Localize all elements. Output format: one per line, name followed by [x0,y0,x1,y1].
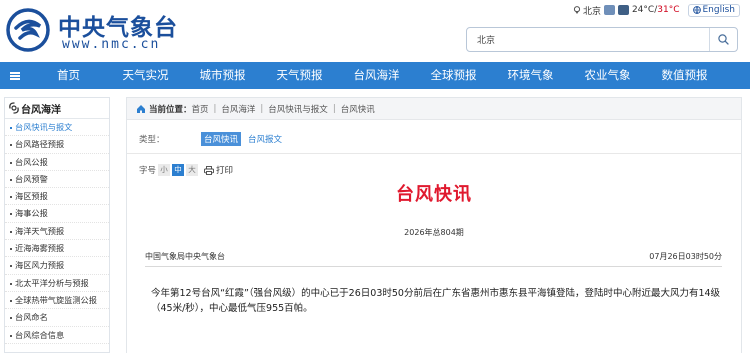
weather-city[interactable]: 北京 [583,4,601,17]
breadcrumb-separator: | [260,103,264,114]
breadcrumb-bulletins[interactable]: 台风快讯与报文 [268,103,328,115]
typhoon-icon [9,102,19,114]
home-icon [137,104,145,113]
site-header: 中央气象台 www.nmc.cn 北京 24°C / 31°C English [0,0,750,62]
type-filter: 类型： 台风快讯 台风报文 [139,132,289,146]
search-button[interactable] [709,28,737,51]
nav-item-agriculture[interactable]: 农业气象 [569,62,646,89]
sidebar-item-typhoon-info[interactable]: 台风综合信息 [5,327,109,344]
sidebar: 台风海洋 台风快讯与报文 台风路径预报 台风公报 台风预警 海区预报 海事公报 … [4,97,110,353]
font-size-label: 字号 [139,166,157,176]
sidebar-item-typhoon-naming[interactable]: 台风命名 [5,309,109,327]
search-icon [718,34,729,45]
temp-high: 31°C [657,5,680,15]
nav-item-environment[interactable]: 环境气象 [492,62,569,89]
sidebar-item-marine-weather[interactable]: 海洋天气预报 [5,223,109,241]
main-content: 当前位置： 首页 | 台风海洋 | 台风快讯与报文 | 台风快讯 类型： 台风快… [126,97,742,353]
breadcrumb-typhoon-ocean[interactable]: 台风海洋 [221,103,255,115]
font-size-controls: 字号 小 中 大 打印 [139,164,233,176]
location-pin-icon [573,6,581,14]
article-title: 台风快讯 [396,184,472,205]
font-size-medium-button[interactable]: 中 [172,164,185,176]
top-weather-bar: 北京 24°C / 31°C English [573,3,740,17]
sidebar-header: 台风海洋 [5,98,109,119]
breadcrumb: 当前位置： 首页 | 台风海洋 | 台风快讯与报文 | 台风快讯 [127,98,741,120]
sidebar-item-typhoon-bulletins[interactable]: 台风快讯与报文 [5,119,109,137]
nav-item-weather-forecast[interactable]: 天气预报 [261,62,338,89]
nav-item-global-forecast[interactable]: 全球预报 [415,62,492,89]
sidebar-item-north-pacific[interactable]: 北太平洋分析与预报 [5,275,109,292]
breadcrumb-separator: | [332,103,336,114]
nav-item-observations[interactable]: 天气实况 [107,62,184,89]
sidebar-item-typhoon-bulletin[interactable]: 台风公报 [5,154,109,171]
sidebar-title: 台风海洋 [21,104,61,116]
globe-icon [692,6,701,14]
menu-icon[interactable] [0,62,30,89]
search-input[interactable] [477,32,702,47]
temp-low: 24°C [631,5,655,15]
sidebar-item-sea-area-forecast[interactable]: 海区预报 [5,188,109,206]
article-issue: 2026年总804期 [404,228,464,237]
search-box [466,27,738,52]
logo-url[interactable]: www.nmc.cn [62,37,160,52]
nav-item-home[interactable]: 首页 [30,62,107,89]
type-tag-typhoon-flash[interactable]: 台风快讯 [201,132,242,146]
article-meta: 中国气象局中央气象台 07月26日03时50分 [145,251,722,264]
sidebar-item-global-cyclone[interactable]: 全球热带气旋监测公报 [5,292,109,310]
breadcrumb-home[interactable]: 首页 [192,103,209,115]
sidebar-item-sea-fog[interactable]: 近海海雾预报 [5,240,109,258]
language-label: English [702,5,736,15]
print-button[interactable]: 打印 [204,164,233,176]
nav-item-numerical[interactable]: 数值预报 [646,62,723,89]
font-size-small-button[interactable]: 小 [158,164,171,176]
language-button[interactable]: English [687,3,740,17]
main-nav: 首页 天气实况 城市预报 天气预报 台风海洋 全球预报 环境气象 农业气象 数值… [0,62,750,89]
divider [145,266,722,267]
cloudy-weather-icon [603,5,615,15]
breadcrumb-separator: | [213,103,217,114]
divider [127,153,741,154]
nav-item-city-forecast[interactable]: 城市预报 [184,62,261,89]
breadcrumb-current: 台风快讯 [340,104,375,115]
sidebar-item-typhoon-warning[interactable]: 台风预警 [5,171,109,189]
nmc-logo-icon[interactable] [6,6,50,54]
breadcrumb-prefix: 当前位置： [149,104,192,115]
printer-icon [204,165,214,175]
sidebar-item-maritime-bulletin[interactable]: 海事公报 [5,205,109,223]
font-size-large-button[interactable]: 大 [186,164,199,176]
nav-item-typhoon-ocean[interactable]: 台风海洋 [338,62,415,89]
overcast-weather-icon [617,5,629,15]
type-label: 类型： [139,135,165,145]
sidebar-item-track-forecast[interactable]: 台风路径预报 [5,136,109,154]
type-tag-typhoon-message[interactable]: 台风报文 [245,132,285,146]
article-date: 07月26日03时50分 [649,252,722,261]
article-body: 今年第12号台风“红霞”（强台风级）的中心已于26日03时50分前后在广东省惠州… [151,288,721,314]
print-label: 打印 [216,166,234,176]
sidebar-item-sea-wind[interactable]: 海区风力预报 [5,257,109,275]
article-org: 中国气象局中央气象台 [145,252,225,261]
